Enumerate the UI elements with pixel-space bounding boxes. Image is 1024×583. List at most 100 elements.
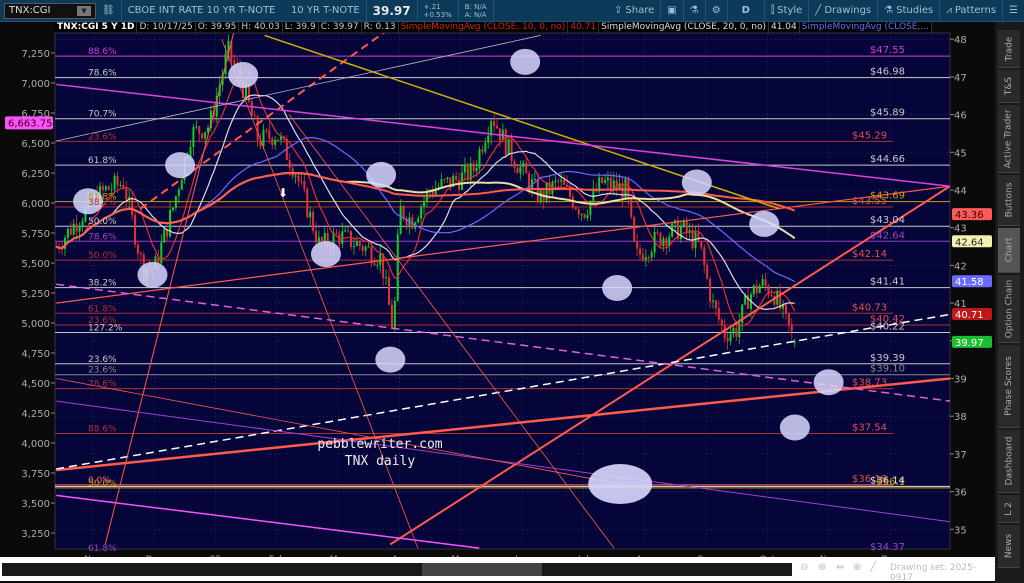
y-right-tick-label: 36 [954,488,967,499]
candle-body [192,127,195,147]
candle-body [431,191,434,195]
price-chart[interactable]: NovDec25FebMarAprMayJunJulAugSepOctNovDe… [0,22,995,557]
y-left-tick-label: 3,250 [21,529,50,540]
pencil-line-icon: ╱ [815,5,822,16]
candle-body [201,133,204,139]
net-change: +.21 [423,2,441,11]
pan-icon[interactable]: ⇔ [836,562,844,573]
sidebar-tab-chart[interactable]: Chart [998,228,1020,273]
candle-body [545,182,548,201]
y-left-tick-label: 7,250 [21,49,50,60]
candle-body [735,327,738,337]
candle-body [510,138,513,162]
fib-level-price: $45.29 [852,130,887,141]
watermark-line2: TNX daily [345,454,416,469]
zoom-in-icon[interactable]: ⊕ [818,562,826,573]
fib-level-percent: 50.0% [88,479,117,489]
share-button[interactable]: ⇪ Share [608,0,662,22]
sidebar-tab-buttons[interactable]: Buttons [998,175,1020,226]
candle-body [104,186,107,190]
sidebar-tab-option-chain[interactable]: Option Chain [998,275,1020,343]
candle-body [703,247,706,265]
candle-body [195,126,198,128]
candle-body [446,177,449,180]
style-button[interactable]: ⫿ Style [765,0,810,22]
crosshair-icon[interactable]: ⊕ [853,562,861,573]
price-tag-value: 40.71 [955,310,984,321]
y-right-tick-label: 45 [954,148,967,159]
candle-body [732,327,735,334]
fib-level-price: $34.37 [870,542,905,553]
candle-body [352,245,355,247]
aggregation-label: D [741,5,750,16]
highlight-ellipse-large [588,464,653,505]
sidebar-tab-l-2[interactable]: L 2 [998,495,1020,523]
chevron-down-icon[interactable]: ▼ [77,5,91,16]
fib-level-percent: 61.8% [88,304,117,314]
fib-level-percent: 70.7% [88,110,117,120]
y-left-tick-label: 4,000 [21,439,50,450]
symbol-input[interactable]: TNX:CGI ▼ [4,2,96,19]
fib-level-price: $43.55 [852,196,887,207]
alert-button[interactable]: ▣ [661,0,684,22]
candle-body [495,125,498,129]
drawing-set-label[interactable]: Drawing set: 2025-0917 [890,563,995,583]
horizontal-scrollbar[interactable] [2,563,792,576]
candle-body [493,121,496,126]
y-right-tick-label: 44 [954,186,967,197]
draw-line-icon[interactable]: ╱ [870,562,876,573]
candle-body [717,308,720,320]
menu-button[interactable]: ☰ [1003,0,1024,22]
candle-body [309,211,312,218]
candle-body [533,178,536,180]
sidebar-tab-label: Active Trader [1004,108,1015,169]
candle-body [341,231,344,244]
highlight-ellipse [813,369,844,396]
settings-button[interactable]: ⚙ [706,0,728,22]
y-right-tick-label: 48 [954,35,967,46]
candle-body [256,116,259,141]
sidebar-tab-dashboard[interactable]: Dashboard [998,430,1020,493]
y-right-tick-label: 39 [954,375,967,386]
candle-body [277,139,280,141]
candle-body [504,129,507,155]
sidebar-tab-active-trader[interactable]: Active Trader [998,105,1020,173]
y-right-tick-label: 37 [954,450,967,461]
price-tag-value: 39.97 [955,338,984,349]
drawings-button[interactable]: ╱ Drawings [809,0,879,22]
patterns-button[interactable]: ⩘ Patterns [940,0,1004,22]
sidebar-tab-phase-scores[interactable]: Phase Scores [998,345,1020,428]
studies-button[interactable]: ⚗ Studies [878,0,941,22]
sidebar-tab-news[interactable]: News [998,525,1020,568]
y-left-tick-label: 5,250 [21,289,50,300]
zoom-out-icon[interactable]: ⊖ [800,562,808,573]
sidebar-tab-t-s[interactable]: T&S [998,70,1020,103]
bottom-bar: ⊖ ⊕ ⇔ ⊕ ╱ Drawing set: 2025-0917 [0,557,995,583]
link-icon[interactable]: ⛓ [96,0,122,22]
flask-button[interactable]: ⚗ [684,0,706,22]
candle-body [551,181,554,195]
fib-level-percent: 78.6% [88,69,117,79]
highlight-ellipse [602,275,633,302]
candle-body [396,234,399,301]
aggregation-button[interactable]: D [728,0,765,22]
scrollbar-thumb[interactable] [422,563,542,576]
candle-body [484,142,487,152]
candle-body [119,184,122,186]
fib-level-percent: 88.6% [88,425,117,435]
sidebar-tab-trade[interactable]: Trade [998,30,1020,68]
candle-body [639,248,642,255]
candle-body [665,238,668,246]
candle-body [288,160,291,169]
right-sidebar: Trade T&S Active Trader Buttons Chart Option … [995,22,1024,583]
candle-body [478,149,481,168]
candle-body [606,177,609,181]
y-left-tick-label: 4,250 [21,409,50,420]
candle-body [583,214,586,219]
symbol-description: CBOE INT RATE 10 YR T-NOTE 10 YR T-NOTE [122,0,367,22]
candle-body [379,253,382,265]
highlight-ellipse [681,169,712,196]
sidebar-tab-label: Option Chain [1004,279,1015,338]
candle-body [110,189,113,191]
y-left-tick-label: 3,750 [21,469,50,480]
